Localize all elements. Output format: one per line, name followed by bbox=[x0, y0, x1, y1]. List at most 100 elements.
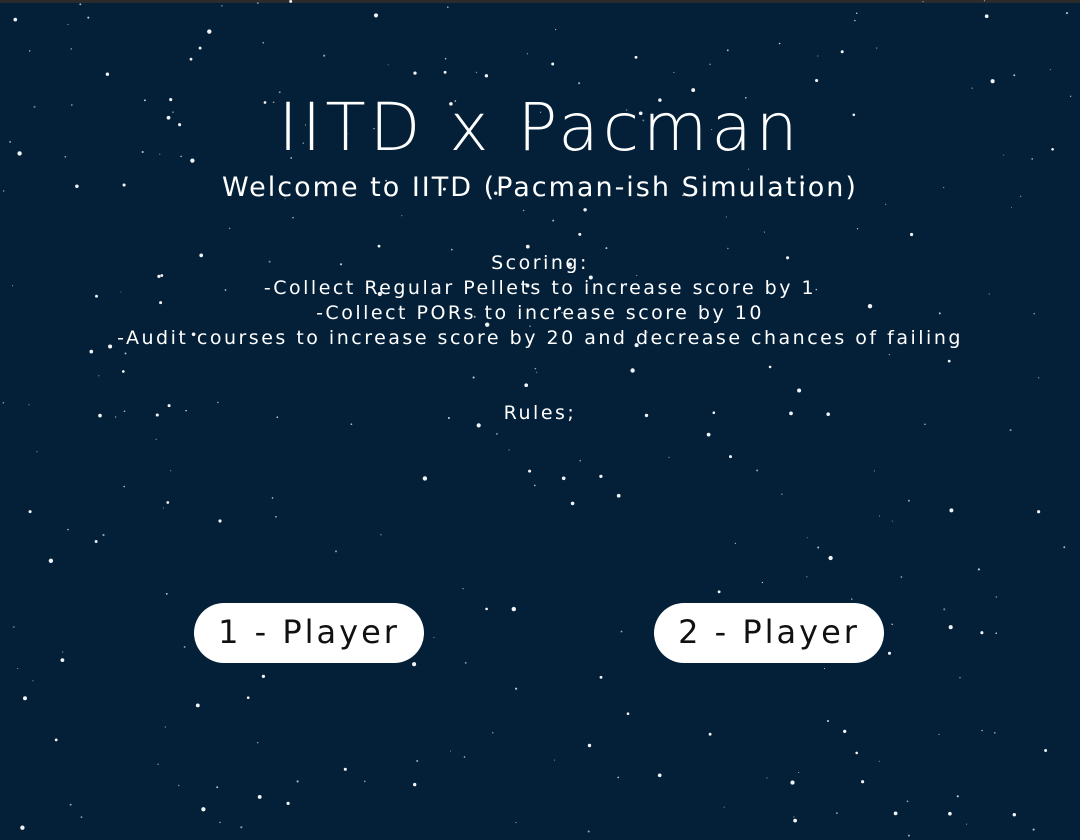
star bbox=[907, 499, 910, 502]
star bbox=[888, 353, 891, 356]
star bbox=[726, 49, 729, 52]
star bbox=[956, 795, 959, 798]
star bbox=[879, 515, 881, 517]
star bbox=[522, 209, 525, 212]
star bbox=[909, 232, 914, 237]
star bbox=[891, 520, 893, 522]
star bbox=[475, 71, 478, 74]
star bbox=[617, 776, 620, 779]
star bbox=[768, 365, 772, 369]
star bbox=[815, 78, 819, 83]
star bbox=[323, 54, 326, 57]
star bbox=[413, 71, 417, 75]
star bbox=[605, 247, 608, 250]
star bbox=[620, 630, 623, 633]
star bbox=[121, 370, 125, 373]
star bbox=[552, 219, 555, 222]
star bbox=[806, 537, 808, 539]
star bbox=[177, 784, 180, 787]
star bbox=[551, 62, 555, 66]
star bbox=[472, 376, 475, 379]
one-player-button[interactable]: 1 - Player bbox=[194, 603, 424, 663]
star bbox=[443, 70, 447, 74]
star bbox=[1013, 74, 1016, 77]
star bbox=[401, 215, 403, 217]
star bbox=[843, 729, 847, 734]
star bbox=[207, 29, 212, 34]
star bbox=[587, 830, 590, 833]
star bbox=[887, 651, 892, 655]
star bbox=[723, 806, 725, 808]
star bbox=[817, 546, 820, 549]
star bbox=[80, 816, 83, 818]
star bbox=[878, 760, 880, 762]
star bbox=[626, 712, 630, 716]
star bbox=[876, 47, 878, 49]
star bbox=[891, 623, 894, 626]
star bbox=[380, 534, 382, 536]
star bbox=[840, 50, 844, 54]
two-player-button[interactable]: 2 - Player bbox=[654, 603, 884, 663]
star bbox=[851, 598, 853, 600]
star bbox=[169, 470, 172, 472]
star bbox=[854, 19, 856, 22]
star bbox=[228, 227, 231, 230]
star bbox=[240, 826, 243, 829]
star bbox=[286, 801, 290, 806]
star bbox=[943, 608, 946, 611]
star bbox=[526, 53, 529, 55]
star bbox=[373, 13, 379, 18]
star bbox=[433, 636, 435, 639]
star bbox=[528, 469, 532, 473]
star bbox=[198, 46, 202, 50]
star bbox=[734, 542, 737, 545]
star bbox=[444, 57, 447, 60]
star bbox=[195, 703, 200, 708]
star bbox=[377, 244, 381, 248]
star bbox=[599, 675, 603, 679]
star bbox=[17, 667, 19, 670]
star bbox=[907, 834, 910, 837]
star bbox=[797, 388, 802, 393]
star bbox=[855, 12, 858, 15]
star bbox=[102, 533, 105, 537]
star bbox=[756, 469, 759, 472]
star bbox=[578, 232, 582, 236]
star bbox=[793, 818, 797, 823]
star bbox=[166, 501, 170, 504]
star bbox=[823, 668, 826, 670]
game-subtitle: Welcome to IITD (Pacman-ish Simulation) bbox=[222, 172, 858, 203]
star bbox=[668, 456, 670, 459]
star bbox=[806, 576, 808, 578]
star bbox=[60, 658, 65, 662]
star bbox=[387, 64, 389, 66]
star bbox=[761, 581, 764, 584]
star bbox=[938, 733, 940, 735]
star bbox=[462, 588, 464, 590]
star bbox=[511, 606, 516, 612]
scoring-heading: Scoring: bbox=[491, 252, 589, 274]
star bbox=[412, 662, 417, 667]
star bbox=[856, 228, 859, 230]
star bbox=[67, 23, 69, 26]
star bbox=[69, 803, 72, 806]
star bbox=[289, 0, 293, 3]
star bbox=[292, 216, 294, 219]
star bbox=[727, 247, 729, 250]
game-title: IITD x Pacman bbox=[278, 89, 802, 166]
star bbox=[257, 794, 262, 799]
star bbox=[447, 6, 449, 8]
star bbox=[536, 371, 538, 373]
star bbox=[87, 16, 90, 19]
star bbox=[1032, 828, 1035, 831]
star bbox=[449, 750, 452, 752]
star bbox=[1063, 546, 1066, 549]
star bbox=[98, 375, 100, 377]
scoring-rule-pors: -Collect PORs to increase score by 10 bbox=[316, 302, 764, 324]
star bbox=[763, 231, 765, 233]
star bbox=[990, 79, 995, 84]
star bbox=[275, 516, 277, 518]
star bbox=[363, 780, 366, 783]
star bbox=[948, 811, 952, 816]
star bbox=[766, 777, 768, 779]
